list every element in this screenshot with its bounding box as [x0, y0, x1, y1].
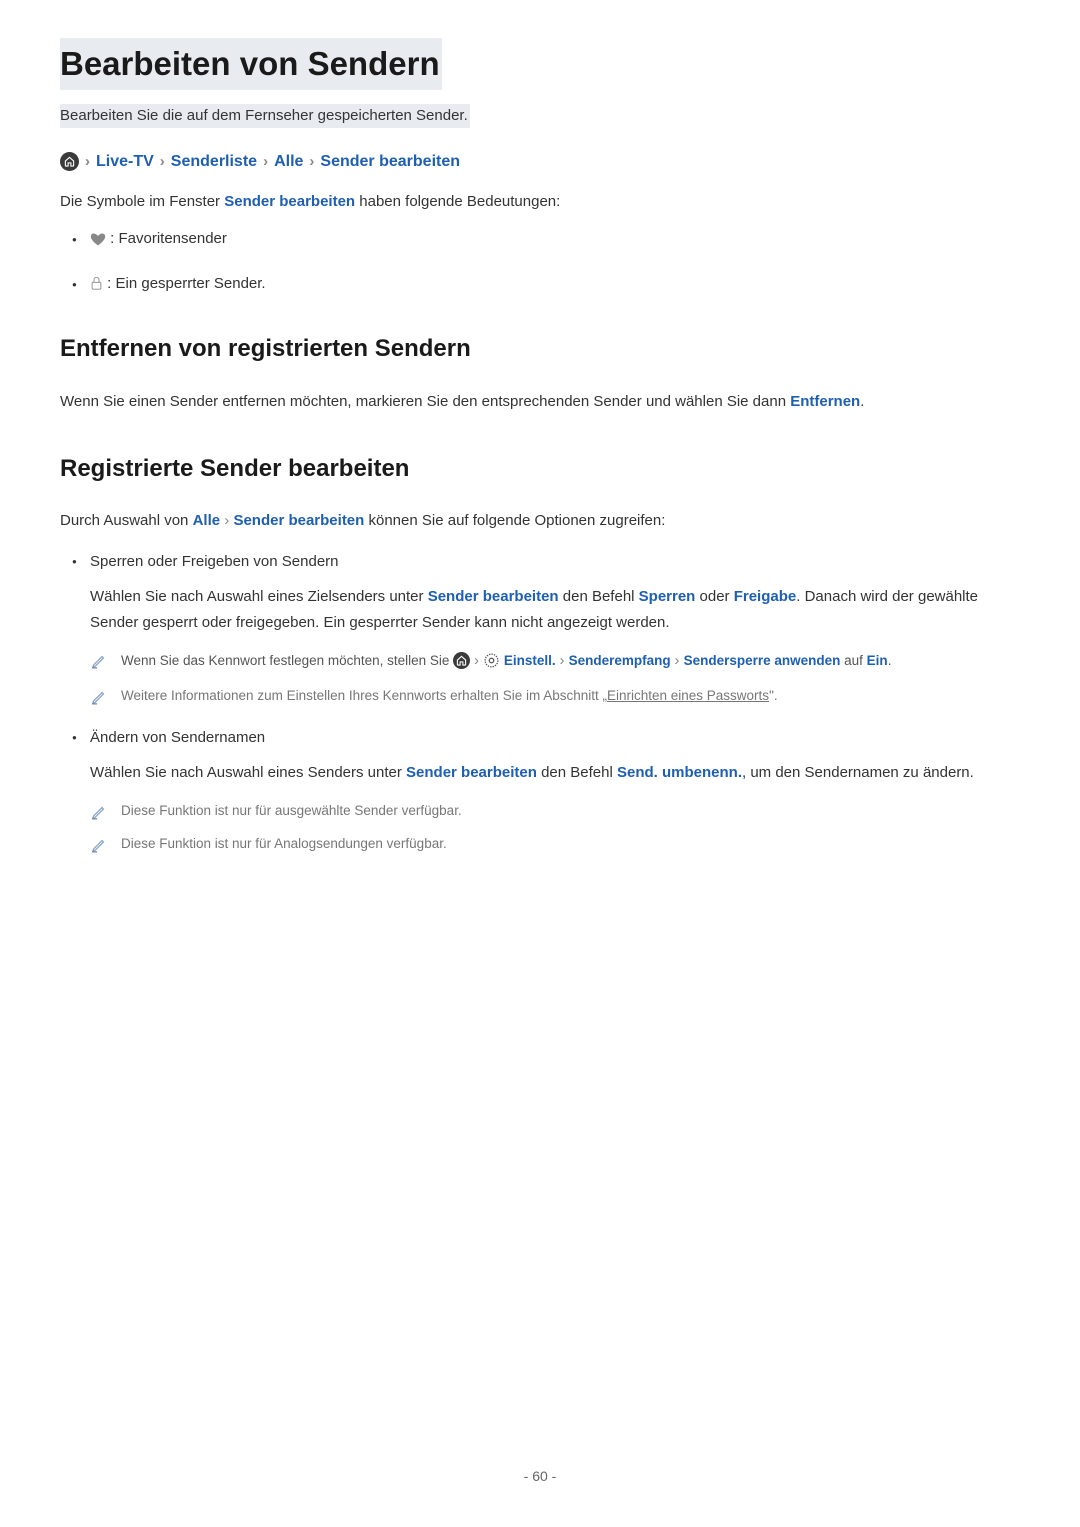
chevron-icon: ›	[559, 652, 568, 669]
legend-list: : Favoritensender : Ein gesperrter Sende…	[60, 228, 1020, 295]
page-title: Bearbeiten von Sendern	[60, 38, 1020, 90]
legend-item-locked: : Ein gesperrter Sender.	[90, 273, 1020, 296]
options-list: Sperren oder Freigeben von Sendern Wähle…	[60, 549, 1020, 855]
intro-text: Die Symbole im Fenster Sender bearbeiten…	[60, 190, 1020, 214]
breadcrumb-item: Senderliste	[171, 150, 257, 174]
option-title: Sperren oder Freigeben von Sendern	[90, 549, 1020, 575]
option-rename: Ändern von Sendernamen Wählen Sie nach A…	[90, 725, 1020, 855]
breadcrumb-item: Alle	[274, 150, 303, 174]
legend-item-favorite: : Favoritensender	[90, 228, 1020, 251]
section-heading: Entfernen von registrierten Sendern	[60, 331, 1020, 367]
option-lock-unlock: Sperren oder Freigeben von Sendern Wähle…	[90, 549, 1020, 707]
gear-icon	[483, 653, 500, 670]
heart-icon	[90, 232, 106, 246]
lock-icon	[90, 276, 103, 291]
pen-icon	[90, 800, 107, 822]
cross-reference-link[interactable]: Einrichten eines Passworts	[607, 688, 769, 703]
pen-icon	[90, 833, 107, 855]
info-note: Weitere Informationen zum Einstellen Ihr…	[90, 685, 1020, 707]
option-title: Ändern von Sendernamen	[90, 725, 1020, 751]
chevron-icon: ›	[309, 151, 314, 174]
option-body: Wählen Sie nach Auswahl eines Senders un…	[90, 760, 1020, 786]
pen-icon	[90, 649, 107, 671]
page-number: - 60 -	[524, 1466, 557, 1487]
breadcrumb-item: Live-TV	[96, 150, 154, 174]
option-body: Wählen Sie nach Auswahl eines Zielsender…	[90, 584, 1020, 635]
section-intro: Durch Auswahl von Alle › Sender bearbeit…	[60, 509, 1020, 533]
section-heading: Registrierte Sender bearbeiten	[60, 451, 1020, 487]
section-body: Wenn Sie einen Sender entfernen möchten,…	[60, 389, 1020, 415]
info-note: Wenn Sie das Kennwort festlegen möchten,…	[90, 649, 1020, 673]
chevron-icon: ›	[263, 151, 268, 174]
chevron-icon: ›	[85, 151, 90, 174]
info-note: Diese Funktion ist nur für ausgewählte S…	[90, 800, 1020, 822]
breadcrumb-item: Sender bearbeiten	[320, 150, 460, 174]
chevron-icon: ›	[474, 652, 483, 669]
page-subtitle: Bearbeiten Sie die auf dem Fernseher ges…	[60, 104, 1020, 129]
info-note: Diese Funktion ist nur für Analogsendung…	[90, 833, 1020, 855]
chevron-icon: ›	[674, 652, 683, 669]
breadcrumb: › Live-TV › Senderliste › Alle › Sender …	[60, 150, 1020, 174]
pen-icon	[90, 685, 107, 707]
home-icon	[453, 652, 470, 669]
chevron-icon: ›	[160, 151, 165, 174]
home-icon	[60, 152, 79, 171]
